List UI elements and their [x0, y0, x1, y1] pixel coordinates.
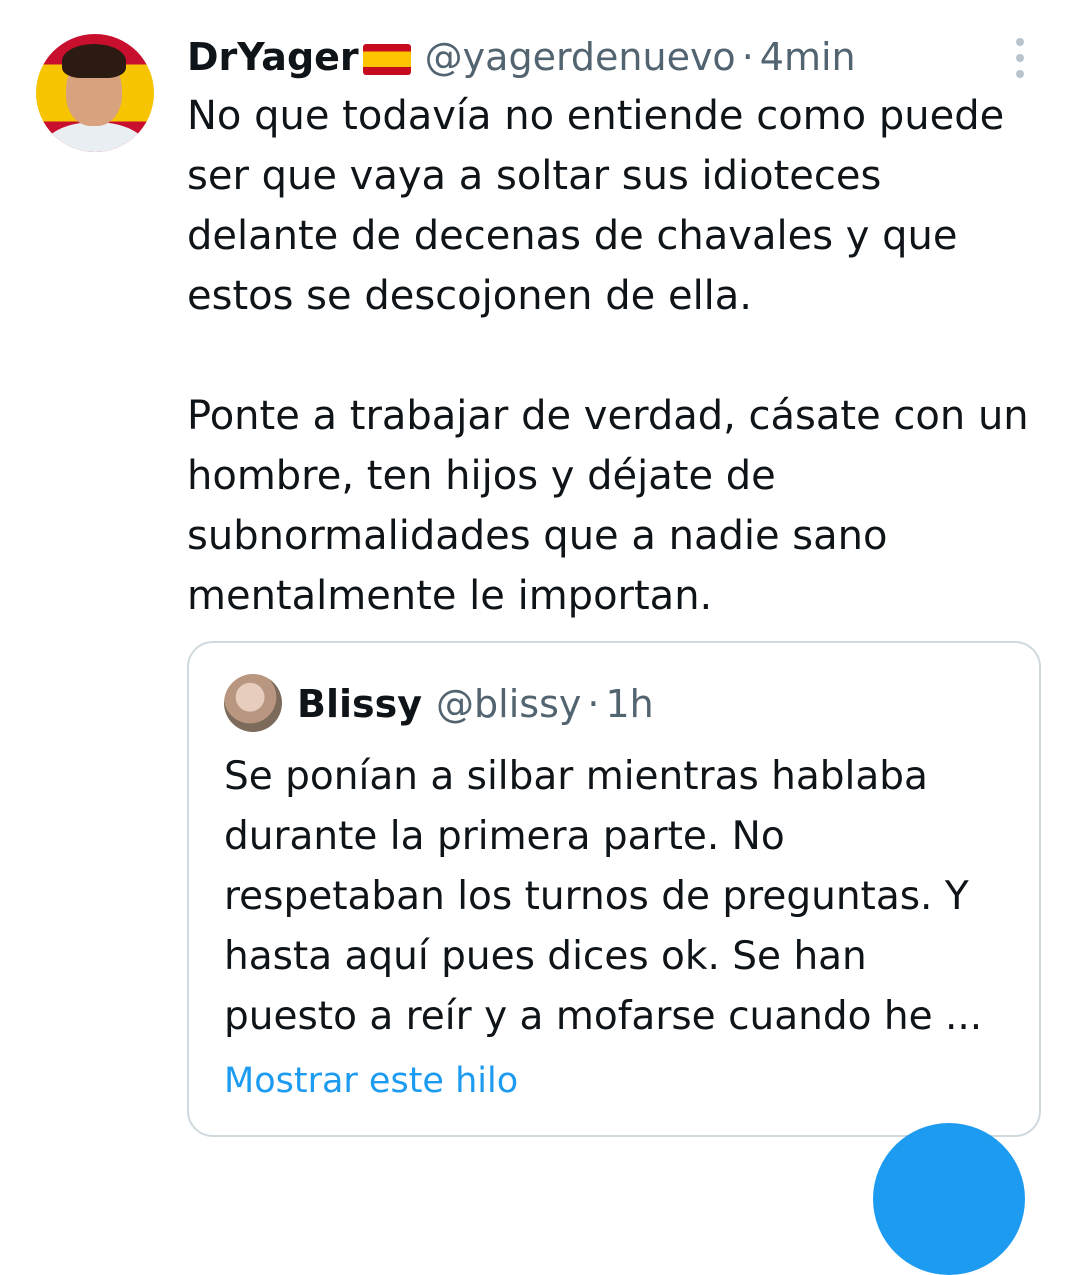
tweet-line: Ponte a trabajar de verdad, cásate con u… — [187, 393, 1029, 439]
quoted-tweet-text: Se ponían a silbar mientras hablaba dura… — [224, 747, 1024, 1047]
quoted-author-avatar — [224, 674, 282, 732]
tweet-line: estos se descojonen de ella. — [187, 273, 753, 319]
quoted-tweet-card[interactable]: Blissy @blissy · 1h Se ponían a silbar m… — [187, 641, 1041, 1137]
more-dot — [1016, 38, 1024, 46]
compose-fab-button[interactable] — [873, 1123, 1025, 1275]
tweet-header: DrYager @yagerdenuevo · 4min — [187, 28, 856, 86]
quoted-line: Se ponían a silbar mientras hablaba — [224, 754, 928, 799]
show-thread-link[interactable]: Mostrar este hilo — [224, 1056, 518, 1106]
tweet-line: No que todavía no entiende como puede — [187, 93, 1005, 139]
tweet-line: delante de decenas de chavales y que — [187, 213, 958, 259]
author-avatar[interactable] — [36, 34, 154, 152]
tweet-line: mentalmente le importan. — [187, 573, 713, 619]
quoted-tweet-timestamp: 1h — [605, 682, 654, 726]
author-name[interactable]: DrYager — [187, 35, 359, 79]
header-separator: · — [741, 35, 754, 79]
quoted-line: hasta aquí pues dices ok. Se han — [224, 934, 867, 979]
tweet-timestamp[interactable]: 4min — [760, 35, 856, 79]
author-handle[interactable]: @yagerdenuevo — [425, 35, 736, 79]
more-dot — [1016, 54, 1024, 62]
quoted-author-handle: @blissy — [436, 682, 582, 726]
avatar-hair — [62, 44, 126, 78]
more-dot — [1016, 70, 1024, 78]
avatar-shirt — [44, 122, 146, 152]
quoted-author-name: Blissy — [297, 682, 423, 726]
tweet-line: subnormalidades que a nadie sano — [187, 513, 888, 559]
more-options-icon[interactable] — [1005, 38, 1035, 78]
quoted-line: durante la primera parte. No — [224, 814, 785, 859]
tweet-text: No que todavía no entiende como puede se… — [187, 86, 1057, 626]
spain-flag-icon — [362, 43, 411, 75]
tweet-line: hombre, ten hijos y déjate de — [187, 453, 776, 499]
quoted-header-separator: · — [587, 682, 600, 726]
tweet-line: ser que vaya a soltar sus idioteces — [187, 153, 882, 199]
quoted-line: respetaban los turnos de preguntas. Y — [224, 874, 969, 919]
quoted-line: puesto a reír y a mofarse cuando he ... — [224, 994, 983, 1039]
quoted-tweet-header: Blissy @blissy · 1h — [297, 677, 654, 731]
